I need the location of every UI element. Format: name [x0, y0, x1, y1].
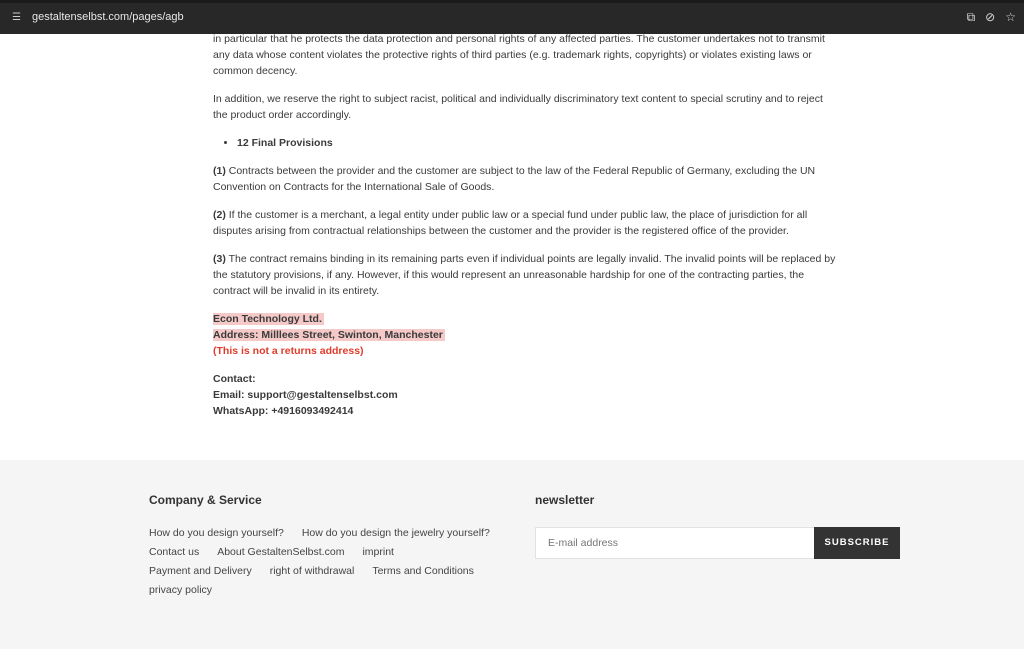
star-icon[interactable]: ☆	[1005, 10, 1016, 25]
subscribe-button[interactable]: SUBSCRIBE	[814, 527, 900, 559]
address-bar[interactable]: gestaltenselbst.com/pages/agb	[32, 11, 184, 23]
returns-note: (This is not a returns address)	[213, 345, 364, 357]
link-design-yourself[interactable]: How do you design yourself?	[149, 527, 284, 539]
terms-content: in particular that he protects the data …	[213, 31, 838, 431]
eye-off-icon[interactable]: ⊘	[985, 10, 995, 25]
contact-block: Contact: Email: support@gestaltenselbst.…	[213, 373, 398, 417]
address: Address: Milllees Street, Swinton, Manch…	[213, 329, 445, 341]
newsletter-heading: newsletter	[535, 493, 595, 507]
translate-icon[interactable]: ⧉	[967, 10, 976, 25]
link-design-jewelry[interactable]: How do you design the jewelry yourself?	[302, 527, 490, 539]
link-about[interactable]: About GestaltenSelbst.com	[217, 546, 344, 558]
link-terms[interactable]: Terms and Conditions	[372, 565, 474, 577]
company-service-heading: Company & Service	[149, 493, 262, 507]
paragraph: In addition, we reserve the right to sub…	[213, 93, 823, 121]
footer-links: How do you design yourself? How do you de…	[149, 524, 508, 600]
footer: Company & Service How do you design your…	[0, 460, 1024, 649]
link-contact[interactable]: Contact us	[149, 546, 199, 558]
contact-email: Email: support@gestaltenselbst.com	[213, 389, 398, 401]
newsletter-email-input[interactable]	[535, 527, 815, 559]
link-privacy[interactable]: privacy policy	[149, 584, 212, 596]
provision-2: (2) If the customer is a merchant, a leg…	[213, 209, 808, 237]
company-name: Econ Technology Ltd.	[213, 313, 324, 325]
provision-1: (1) Contracts between the provider and t…	[213, 165, 816, 193]
section-heading: 12 Final Provisions	[237, 135, 838, 151]
paragraph: in particular that he protects the data …	[213, 33, 825, 77]
link-payment-delivery[interactable]: Payment and Delivery	[149, 565, 252, 577]
link-imprint[interactable]: imprint	[362, 546, 394, 558]
company-address: Econ Technology Ltd. Address: Milllees S…	[213, 311, 838, 359]
site-info-icon[interactable]: ☰	[12, 12, 23, 23]
provision-3: (3) The contract remains binding in its …	[213, 253, 836, 297]
browser-toolbar: ☰ gestaltenselbst.com/pages/agb ⧉ ⊘ ☆	[0, 0, 1024, 34]
link-withdrawal[interactable]: right of withdrawal	[270, 565, 355, 577]
contact-whatsapp: WhatsApp: +4916093492414	[213, 405, 354, 417]
